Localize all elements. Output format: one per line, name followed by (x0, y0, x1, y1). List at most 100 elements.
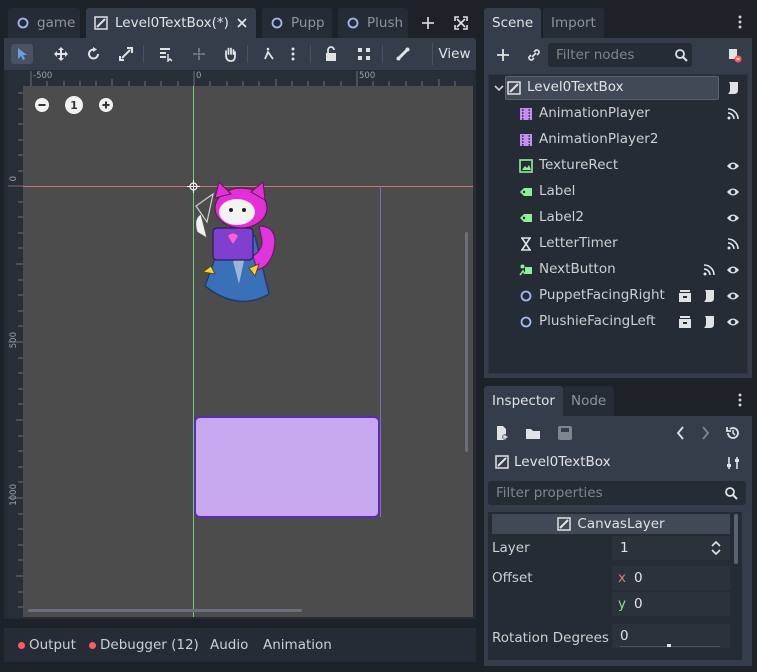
view-menu-label: View (438, 46, 471, 62)
tab-label: Plush (367, 15, 404, 31)
dock-menu-icon[interactable] (738, 14, 742, 30)
chevron-down-icon[interactable] (494, 83, 504, 93)
tree-item-label[interactable]: Label (489, 179, 747, 205)
tab-game[interactable]: game (8, 8, 80, 38)
layer-value: 1 (620, 540, 629, 556)
rotation-slider-grabber[interactable] (667, 644, 671, 647)
snap-button[interactable] (259, 44, 281, 64)
lock-button[interactable] (320, 44, 342, 64)
pan-button[interactable] (219, 44, 241, 64)
canvas-hscrollbar[interactable] (28, 609, 302, 612)
tab-pupp[interactable]: Pupp (262, 8, 332, 38)
spin-arrows-icon[interactable] (710, 541, 722, 555)
tab-node[interactable]: Node (563, 386, 615, 416)
add-tab-icon[interactable] (420, 15, 436, 31)
tab-plush[interactable]: Plush (338, 8, 408, 38)
rotation-degrees-field[interactable]: 0 (612, 624, 730, 648)
zoom-out-button[interactable] (33, 96, 51, 114)
zoom-in-icon (99, 98, 113, 112)
ruler-v-label: 0 (9, 176, 19, 182)
tree-item-lettertimer[interactable]: LetterTimer (489, 231, 747, 257)
history-icon[interactable] (725, 425, 741, 441)
skeleton-button[interactable] (392, 44, 414, 64)
visibility-icon[interactable] (726, 185, 740, 199)
offset-x-field[interactable]: x 0 (612, 566, 730, 590)
audio-tab[interactable]: Audio (210, 637, 248, 653)
script-icon[interactable] (702, 289, 716, 303)
tree-item-label2[interactable]: Label2 (489, 205, 747, 231)
instance-link-icon[interactable] (526, 47, 542, 63)
filter-nodes-input[interactable]: Filter nodes (548, 43, 692, 67)
tree-item-animationplayer2[interactable]: AnimationPlayer2 (489, 127, 747, 153)
ruler-v-ticks (8, 92, 23, 608)
tree-item-texturerect[interactable]: TextureRect (489, 153, 747, 179)
object-properties-icon[interactable] (725, 455, 741, 471)
signal-icon[interactable] (726, 107, 740, 121)
list-select-button[interactable] (155, 44, 177, 64)
visibility-icon[interactable] (726, 315, 740, 329)
rotate-tool-button[interactable] (83, 44, 105, 64)
tab-scene[interactable]: Scene (484, 8, 542, 38)
tree-item-plushiefacingleft[interactable]: PlushieFacingLeft (489, 309, 747, 335)
visibility-icon[interactable] (726, 159, 740, 173)
tree-item-nextbutton[interactable]: NextButton (489, 257, 747, 283)
distraction-free-icon[interactable] (453, 15, 469, 31)
history-forward-icon[interactable] (698, 425, 712, 441)
layer-spinbox[interactable]: 1 (612, 536, 730, 560)
output-tab[interactable]: Output (18, 637, 76, 653)
instance-icon[interactable] (678, 289, 692, 303)
canvas-viewport[interactable] (23, 86, 473, 617)
tree-item-level0textbox[interactable]: Level0TextBox (489, 75, 747, 101)
script-icon[interactable] (702, 315, 716, 329)
new-resource-icon[interactable] (494, 425, 510, 441)
group-button[interactable] (353, 44, 375, 64)
offset-y-axis-label: y (618, 596, 626, 612)
ruler-h-ticks (30, 71, 456, 86)
history-back-icon[interactable] (674, 425, 688, 441)
animation-tab[interactable]: Animation (263, 637, 332, 653)
filter-properties-placeholder: Filter properties (496, 485, 603, 501)
character-sprite (195, 181, 276, 303)
section-canvaslayer[interactable]: CanvasLayer (492, 514, 730, 534)
zoom-in-button[interactable] (97, 96, 115, 114)
horizontal-ruler: -500 0 500 (8, 71, 473, 86)
tree-item-puppetfacingright[interactable]: PuppetFacingRight (489, 283, 747, 309)
save-resource-icon[interactable] (557, 425, 573, 441)
close-icon[interactable] (234, 15, 250, 31)
tab-level0textbox[interactable]: Level0TextBox(*) (86, 8, 256, 38)
property-list: CanvasLayer Layer 1 Offset x 0 y 0 Rotat… (488, 512, 742, 660)
load-resource-icon[interactable] (525, 425, 541, 441)
offset-y-field[interactable]: y 0 (612, 592, 730, 616)
snap-options-button[interactable] (286, 44, 300, 64)
ruler-v-label: 1000 (9, 484, 19, 506)
visibility-icon[interactable] (726, 289, 740, 303)
pivot-button[interactable] (188, 44, 210, 64)
visibility-icon[interactable] (726, 211, 740, 225)
node-label: Label2 (539, 209, 585, 225)
node-label: TextureRect (539, 157, 619, 173)
tab-import[interactable]: Import (543, 8, 604, 38)
debugger-tab[interactable]: Debugger (12) (89, 637, 199, 653)
add-node-icon[interactable] (495, 47, 511, 63)
tab-inspector[interactable]: Inspector (484, 386, 563, 416)
view-menu-button[interactable]: View (432, 43, 476, 65)
select-tool-button[interactable] (11, 44, 33, 64)
canvas-vscrollbar[interactable] (465, 232, 468, 452)
scale-tool-button[interactable] (115, 44, 137, 64)
tree-item-animationplayer[interactable]: AnimationPlayer (489, 101, 747, 127)
dock-menu-icon[interactable] (738, 392, 742, 408)
script-icon[interactable] (726, 81, 740, 95)
signal-icon[interactable] (702, 263, 716, 277)
properties-scrollbar[interactable] (734, 514, 738, 564)
script-remote-icon[interactable] (726, 47, 742, 63)
ruler-v-label: 500 (9, 332, 19, 349)
instance-icon[interactable] (678, 315, 692, 329)
node-label: NextButton (539, 261, 616, 277)
visibility-icon[interactable] (726, 263, 740, 277)
inspector-dock-tabs: Inspector Node (480, 380, 757, 416)
signal-icon[interactable] (726, 237, 740, 251)
move-tool-button[interactable] (50, 44, 72, 64)
node-label: AnimationPlayer2 (539, 131, 659, 147)
zoom-reset-button[interactable]: 1 (65, 96, 83, 114)
filter-properties-input[interactable]: Filter properties (488, 481, 746, 505)
